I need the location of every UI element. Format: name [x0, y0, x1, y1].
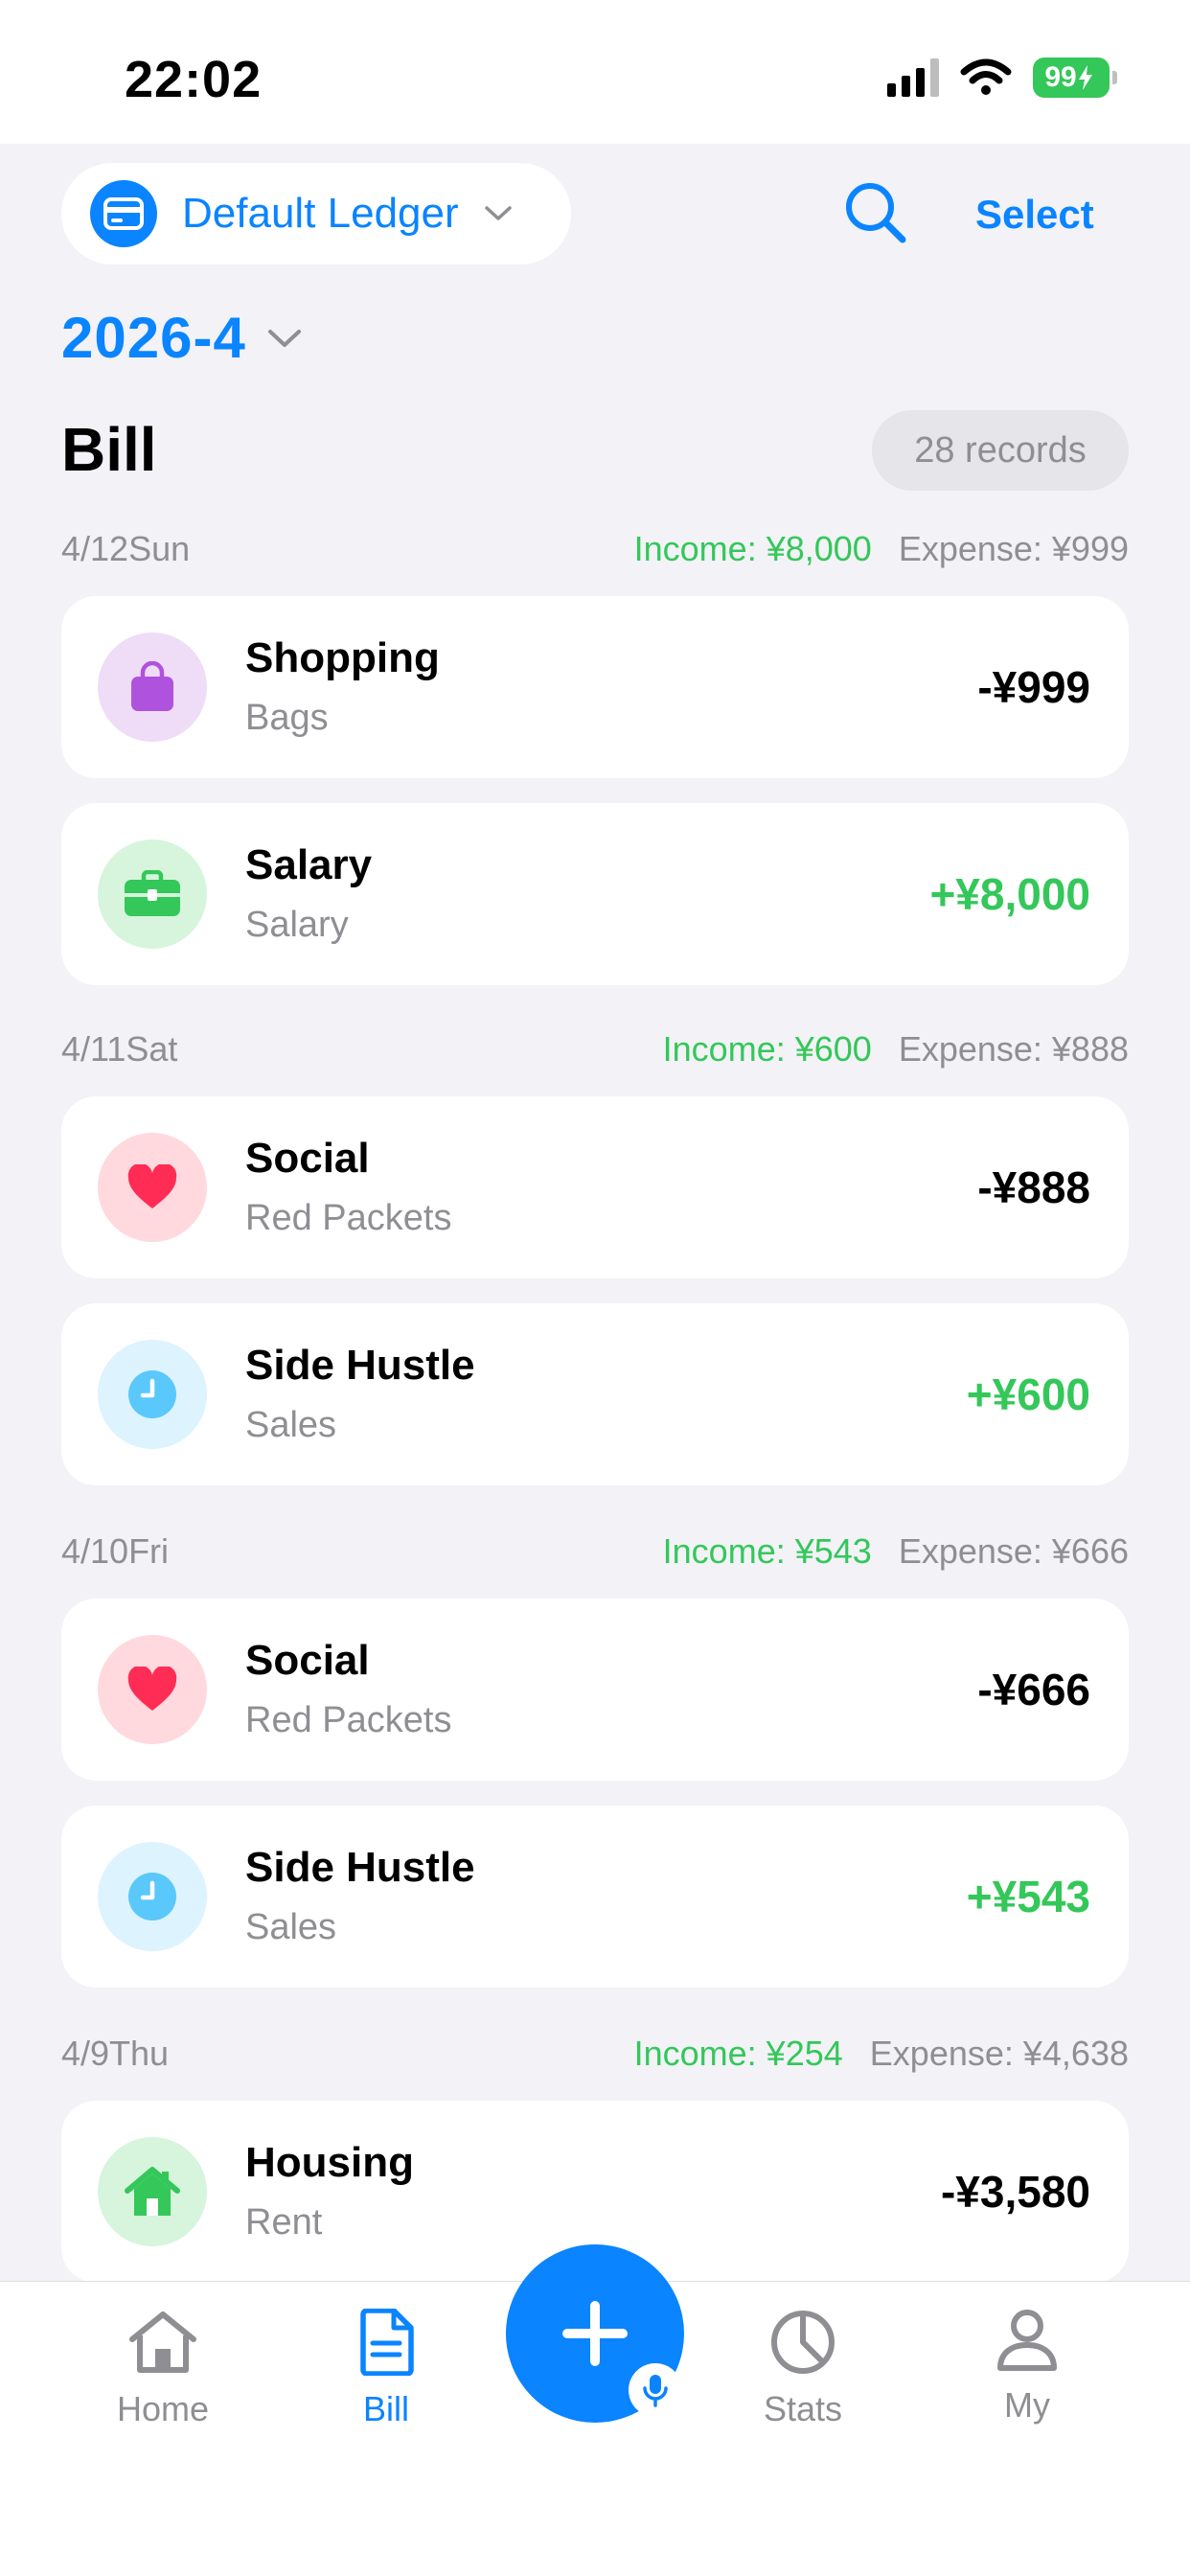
day-income: Income: ¥254	[633, 2034, 843, 2073]
transaction-amount: -¥666	[977, 1665, 1090, 1714]
battery-level: 99	[1044, 61, 1077, 93]
heart-icon	[98, 1635, 207, 1744]
transaction-amount: -¥3,580	[940, 2167, 1090, 2217]
day-income: Income: ¥543	[662, 1531, 872, 1571]
transaction-subcategory: Salary	[245, 905, 349, 945]
transaction-subcategory: Rent	[245, 2202, 323, 2242]
search-icon	[846, 183, 906, 243]
chevron-down-icon	[267, 328, 302, 349]
transaction-amount: +¥543	[966, 1872, 1090, 1921]
date-header: 4/11Sat Income: ¥600 Expense: ¥888	[61, 1025, 1129, 1073]
transaction-row[interactable]: Side Hustle Sales +¥600	[61, 1303, 1129, 1485]
transaction-subcategory: Red Packets	[245, 1198, 452, 1238]
pie-chart-icon	[771, 2311, 835, 2374]
day-expense: Expense: ¥4,638	[869, 2034, 1129, 2073]
date-header: 4/9Thu Income: ¥254 Expense: ¥4,638	[61, 2030, 1129, 2078]
day-summary: Income: ¥600 Expense: ¥888	[663, 1029, 1129, 1070]
month-label: 2026-4	[61, 306, 246, 370]
day-summary: Income: ¥254 Expense: ¥4,638	[634, 2034, 1129, 2074]
person-icon	[997, 2310, 1057, 2371]
transaction-category: Side Hustle	[245, 1342, 475, 1389]
select-button[interactable]: Select	[975, 192, 1094, 238]
transaction-amount: +¥600	[966, 1369, 1090, 1419]
bag-icon	[98, 632, 207, 742]
tab-label: Bill	[362, 2389, 409, 2428]
battery-icon: 99	[1033, 58, 1117, 98]
transaction-row[interactable]: Salary Salary +¥8,000	[61, 803, 1129, 985]
transaction-subcategory: Sales	[245, 1405, 337, 1445]
briefcase-icon	[98, 840, 207, 949]
date-label: 4/12Sun	[61, 529, 191, 568]
day-summary: Income: ¥543 Expense: ¥666	[663, 1531, 1129, 1572]
status-icons: 99	[887, 56, 1117, 100]
transaction-row[interactable]: Social Red Packets -¥888	[61, 1096, 1129, 1278]
clock-icon	[98, 1340, 207, 1449]
card-icon	[90, 180, 157, 247]
status-bar: 22:02 99	[0, 0, 1190, 144]
page-title: Bill	[61, 415, 157, 484]
bill-icon	[360, 2309, 414, 2376]
date-label: 4/9Thu	[61, 2034, 170, 2073]
plus-icon	[562, 2301, 628, 2366]
signal-icon	[887, 58, 939, 97]
tab-stats[interactable]: Stats	[717, 2309, 889, 2452]
transaction-row[interactable]: Side Hustle Sales +¥543	[61, 1806, 1129, 1988]
house-icon	[98, 2137, 207, 2246]
transaction-category: Social	[245, 1637, 370, 1684]
month-picker[interactable]: 2026-4	[61, 305, 302, 371]
tab-bill[interactable]: Bill	[300, 2309, 472, 2452]
transaction-category: Salary	[245, 841, 373, 888]
transaction-amount: -¥888	[977, 1162, 1090, 1212]
voice-input-button[interactable]	[629, 2363, 682, 2417]
transaction-subcategory: Sales	[245, 1907, 337, 1947]
status-time: 22:02	[125, 51, 263, 108]
tab-label: My	[1004, 2385, 1050, 2425]
transaction-row[interactable]: Shopping Bags -¥999	[61, 596, 1129, 778]
tab-my[interactable]: My	[941, 2309, 1113, 2452]
charging-bolt-icon	[1078, 65, 1092, 90]
date-label: 4/10Fri	[61, 1531, 170, 1571]
transaction-amount: -¥999	[977, 662, 1090, 712]
transaction-row[interactable]: Social Red Packets -¥666	[61, 1598, 1129, 1781]
date-header: 4/10Fri Income: ¥543 Expense: ¥666	[61, 1528, 1129, 1576]
transaction-category: Shopping	[245, 634, 440, 681]
records-count-badge: 28 records	[872, 410, 1129, 491]
transaction-subcategory: Bags	[245, 698, 329, 738]
home-icon	[129, 2312, 196, 2373]
day-expense: Expense: ¥888	[898, 1029, 1129, 1069]
day-expense: Expense: ¥666	[898, 1531, 1129, 1571]
chevron-down-icon	[484, 205, 513, 222]
tab-label: Home	[116, 2389, 210, 2428]
day-income: Income: ¥600	[662, 1029, 872, 1069]
microphone-icon	[643, 2375, 668, 2407]
wifi-icon	[960, 58, 1012, 95]
clock-icon	[98, 1842, 207, 1951]
search-button[interactable]	[843, 180, 908, 245]
transaction-amount: +¥8,000	[929, 869, 1090, 919]
transaction-category: Social	[245, 1135, 370, 1182]
ledger-switcher[interactable]: Default Ledger	[61, 163, 571, 264]
transaction-category: Housing	[245, 2139, 414, 2186]
ledger-name: Default Ledger	[182, 190, 459, 237]
tab-home[interactable]: Home	[77, 2309, 249, 2452]
date-header: 4/12Sun Income: ¥8,000 Expense: ¥999	[61, 525, 1129, 573]
day-expense: Expense: ¥999	[898, 529, 1129, 568]
day-summary: Income: ¥8,000 Expense: ¥999	[634, 529, 1129, 569]
transaction-category: Side Hustle	[245, 1844, 475, 1891]
heart-icon	[98, 1133, 207, 1242]
day-income: Income: ¥8,000	[633, 529, 872, 568]
date-label: 4/11Sat	[61, 1029, 178, 1069]
transaction-subcategory: Red Packets	[245, 1700, 452, 1740]
tab-label: Stats	[763, 2389, 843, 2428]
